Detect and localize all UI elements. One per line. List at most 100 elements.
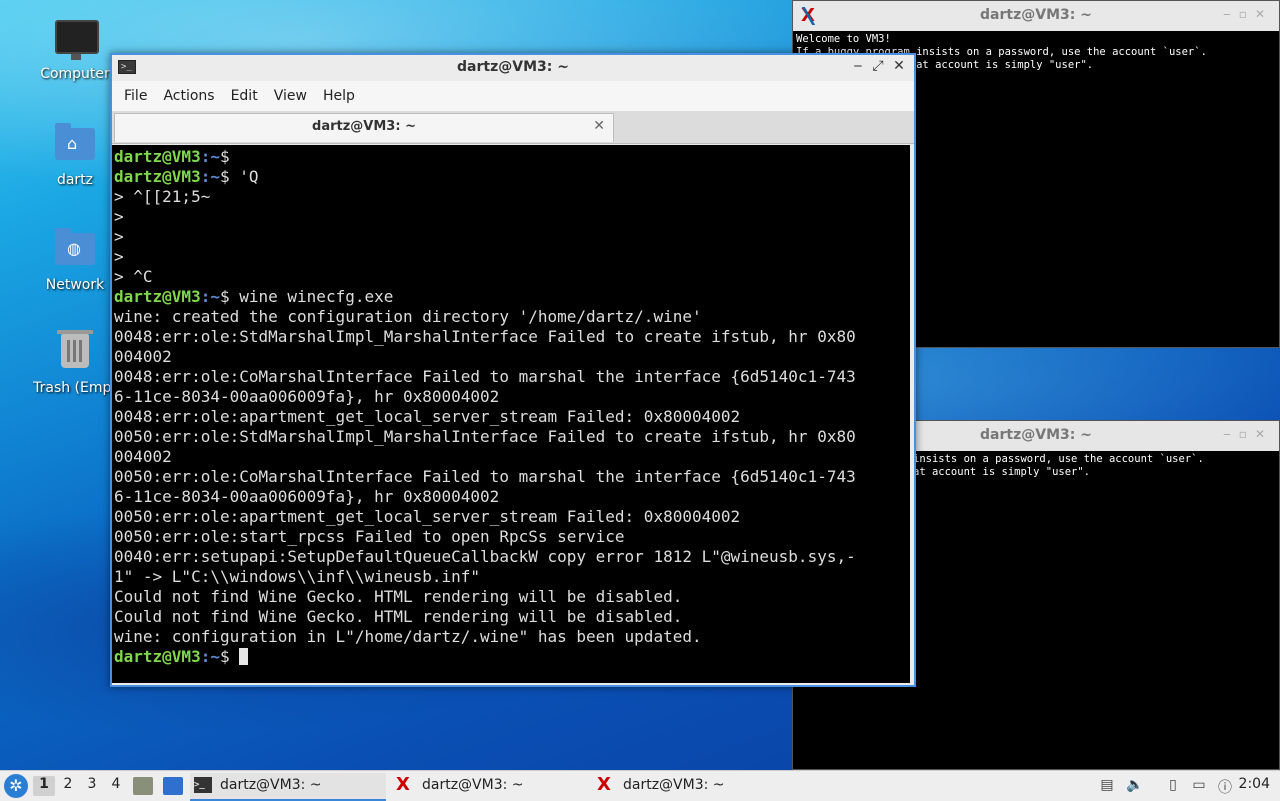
- file-manager-icon[interactable]: [133, 777, 153, 795]
- line-text: 004002: [114, 347, 172, 366]
- show-desktop-icon[interactable]: [163, 777, 183, 795]
- terminal-line: 0050:err:ole:apartment_get_local_server_…: [114, 507, 908, 527]
- removable-drive-icon[interactable]: ▤: [1098, 777, 1116, 795]
- home-folder-icon: ⌂: [53, 122, 97, 166]
- menu-edit[interactable]: Edit: [223, 88, 266, 104]
- line-text: 6-11ce-8034-00aa006009fa}, hr 0x80004002: [114, 487, 500, 506]
- terminal-line: >: [114, 207, 908, 227]
- prompt-user: dartz@VM3: [114, 167, 201, 186]
- window-title: dartz@VM3: ~: [457, 59, 569, 75]
- window-controls[interactable]: ‒▫✕: [1223, 427, 1273, 441]
- menu-view[interactable]: View: [266, 88, 315, 104]
- terminal-line: dartz@VM3:~$ wine winecfg.exe: [114, 287, 908, 307]
- minimize-button[interactable]: ‒: [850, 58, 866, 74]
- terminal-output[interactable]: dartz@VM3:~$ dartz@VM3:~$ 'Q > ^[[21;5~ > > >…: [112, 145, 910, 683]
- line-text: 1" -> L"C:\\windows\\inf\\wineusb.inf": [114, 567, 481, 586]
- workspace-2[interactable]: 2: [57, 776, 79, 796]
- line-text: 0050:err:ole:apartment_get_local_server_…: [114, 507, 741, 526]
- network-icon[interactable]: ▭: [1190, 777, 1208, 795]
- text-cursor: [239, 648, 249, 665]
- menu-bar: File Actions Edit View Help: [112, 81, 914, 111]
- line-text: 0050:err:ole:StdMarshalImpl_MarshalInter…: [114, 427, 856, 446]
- prompt-path: :~: [200, 147, 220, 166]
- line-text: > ^C: [114, 267, 153, 286]
- terminal-line: Could not find Wine Gecko. HTML renderin…: [114, 607, 908, 627]
- line-text: wine winecfg.exe: [229, 287, 394, 306]
- line-text: 0050:err:ole:CoMarshalInterface Failed t…: [114, 467, 856, 486]
- terminal-line: >: [114, 227, 908, 247]
- workspace-1[interactable]: 1: [33, 776, 55, 796]
- xterm-line: Welcome to VM3!: [796, 33, 891, 45]
- window-controls[interactable]: ‒▫✕: [1223, 7, 1273, 21]
- workspace-3[interactable]: 3: [81, 776, 103, 796]
- terminal-line: 0050:err:ole:CoMarshalInterface Failed t…: [114, 467, 908, 487]
- terminal-line: dartz@VM3:~$: [114, 647, 908, 667]
- terminal-line: 0050:err:ole:StdMarshalImpl_MarshalInter…: [114, 427, 908, 447]
- prompt-path: :~: [200, 287, 220, 306]
- notification-icon[interactable]: ⓘ: [1216, 777, 1234, 796]
- line-text: 0048:err:ole:CoMarshalInterface Failed t…: [114, 367, 856, 386]
- xterm-titlebar[interactable]: X dartz@VM3: ~ ‒▫✕: [793, 1, 1279, 31]
- workspace-4[interactable]: 4: [105, 776, 127, 796]
- prompt: dartz@VM3:~$: [114, 287, 230, 306]
- terminal-line: 0048:err:ole:StdMarshalImpl_MarshalInter…: [114, 327, 908, 347]
- tab-close-icon[interactable]: ✕: [593, 118, 605, 134]
- xterm-line: insists on a password, use the account `…: [913, 453, 1204, 465]
- task-xterm-2[interactable]: X dartz@VM3: ~: [593, 773, 789, 799]
- line-text: 0050:err:ole:start_rpcss Failed to open …: [114, 527, 625, 546]
- line-text: 004002: [114, 447, 172, 466]
- task-label: dartz@VM3: ~: [220, 777, 322, 793]
- window-title: dartz@VM3: ~: [980, 7, 1092, 23]
- terminal-window[interactable]: >_ dartz@VM3: ~ ‒ ⤢ ✕ File Actions Edit …: [110, 53, 916, 687]
- terminal-line: > ^C: [114, 267, 908, 287]
- terminal-line: dartz@VM3:~$ 'Q: [114, 167, 908, 187]
- start-menu-button[interactable]: ✲: [4, 774, 28, 798]
- prompt-symbol: $: [219, 647, 230, 666]
- task-xterm-1[interactable]: X dartz@VM3: ~: [392, 773, 588, 799]
- terminal-line: wine: configuration in L"/home/dartz/.wi…: [114, 627, 908, 647]
- volume-icon[interactable]: 🔈: [1126, 777, 1144, 795]
- terminal-line: >: [114, 247, 908, 267]
- tab-bar: dartz@VM3: ~ ✕: [112, 111, 914, 144]
- terminal-line: 6-11ce-8034-00aa006009fa}, hr 0x80004002: [114, 387, 908, 407]
- terminal-line: 0048:err:ole:apartment_get_local_server_…: [114, 407, 908, 427]
- clipboard-icon[interactable]: ▯: [1164, 777, 1182, 795]
- menu-file[interactable]: File: [116, 88, 155, 104]
- menu-actions[interactable]: Actions: [155, 88, 222, 104]
- terminal-titlebar[interactable]: >_ dartz@VM3: ~ ‒ ⤢ ✕: [112, 55, 914, 81]
- clock[interactable]: 2:04: [1239, 776, 1270, 792]
- maximize-button[interactable]: ⤢: [870, 58, 886, 74]
- prompt: dartz@VM3:~$: [114, 147, 230, 166]
- task-label: dartz@VM3: ~: [623, 777, 725, 793]
- prompt-symbol: $: [219, 287, 230, 306]
- line-text: >: [114, 207, 124, 226]
- terminal-line: dartz@VM3:~$: [114, 147, 908, 167]
- prompt-user: dartz@VM3: [114, 147, 201, 166]
- line-text: >: [114, 227, 124, 246]
- close-button[interactable]: ✕: [891, 58, 907, 74]
- terminal-icon: >_: [194, 777, 212, 793]
- menu-help[interactable]: Help: [315, 88, 363, 104]
- terminal-line: 004002: [114, 447, 908, 467]
- line-text: > ^[[21;5~: [114, 187, 211, 206]
- line-text: >: [114, 247, 124, 266]
- line-text: 0048:err:ole:apartment_get_local_server_…: [114, 407, 741, 426]
- taskbar: ✲ 1 2 3 4 >_ dartz@VM3: ~ X dartz@VM3: ~…: [0, 770, 1280, 801]
- computer-icon: [53, 16, 99, 60]
- x-icon: X: [597, 774, 611, 795]
- task-terminal[interactable]: >_ dartz@VM3: ~: [190, 773, 386, 801]
- network-folder-icon: ◍: [53, 227, 97, 271]
- tab-terminal[interactable]: dartz@VM3: ~ ✕: [114, 113, 614, 142]
- prompt-path: :~: [200, 647, 220, 666]
- task-label: dartz@VM3: ~: [422, 777, 524, 793]
- trash-icon: [53, 330, 97, 374]
- x-icon: X: [396, 774, 410, 795]
- terminal-line: Could not find Wine Gecko. HTML renderin…: [114, 587, 908, 607]
- line-text: 'Q: [229, 167, 259, 186]
- prompt: dartz@VM3:~$: [114, 167, 230, 186]
- terminal-line: 0050:err:ole:start_rpcss Failed to open …: [114, 527, 908, 547]
- terminal-line: 004002: [114, 347, 908, 367]
- prompt-symbol: $: [219, 167, 230, 186]
- prompt-path: :~: [200, 167, 220, 186]
- prompt: dartz@VM3:~$: [114, 647, 230, 666]
